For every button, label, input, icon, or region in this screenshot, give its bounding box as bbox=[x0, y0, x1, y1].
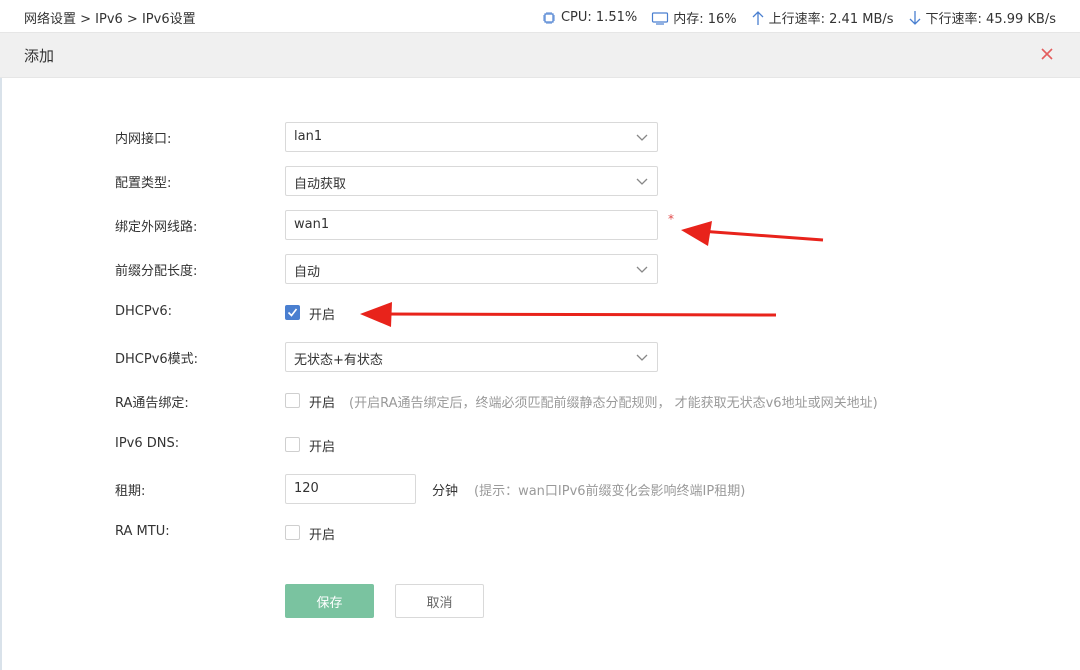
prefix-length-value: 自动 bbox=[294, 265, 321, 280]
row-prefix-length: 前缀分配长度: 自动 bbox=[0, 254, 1080, 284]
memory-icon bbox=[652, 11, 669, 25]
ra-binding-checkbox[interactable] bbox=[285, 393, 300, 408]
system-stats: CPU: 1.51% 内存: 16% 上行速率: 2.41 MB/s 下行速率:… bbox=[541, 8, 1056, 27]
ra-binding-option-label[interactable]: 开启 bbox=[309, 392, 335, 411]
dhcpv6-label: DHCPv6: bbox=[115, 304, 173, 319]
ra-binding-hint: (开启RA通告绑定后，终端必须匹配前缀静态分配规则， 才能获取无状态v6地址或网… bbox=[349, 396, 878, 411]
chevron-down-icon bbox=[636, 134, 648, 141]
cpu-stat: CPU: 1.51% bbox=[541, 10, 637, 26]
close-icon[interactable] bbox=[1038, 45, 1056, 63]
row-wan-line: 绑定外网线路: wan1 * bbox=[0, 210, 1080, 240]
config-type-value: 自动获取 bbox=[294, 177, 347, 192]
row-ipv6-dns: IPv6 DNS: 开启 bbox=[0, 430, 1080, 460]
download-text: 下行速率: 45.99 KB/s bbox=[925, 12, 1056, 27]
chevron-down-icon bbox=[636, 266, 648, 273]
ra-mtu-option-label[interactable]: 开启 bbox=[309, 524, 335, 543]
dhcpv6-mode-value: 无状态+有状态 bbox=[294, 353, 383, 368]
wan-line-value: wan1 bbox=[294, 217, 330, 232]
ipv6-dns-label: IPv6 DNS: bbox=[115, 436, 180, 451]
wan-line-input[interactable]: wan1 bbox=[285, 210, 658, 240]
dhcpv6-option-label[interactable]: 开启 bbox=[309, 304, 335, 323]
dhcpv6-checkbox[interactable] bbox=[285, 305, 300, 320]
chevron-down-icon bbox=[636, 178, 648, 185]
download-stat: 下行速率: 45.99 KB/s bbox=[908, 8, 1056, 27]
upload-stat: 上行速率: 2.41 MB/s bbox=[751, 8, 894, 27]
prefix-length-label: 前缀分配长度: bbox=[115, 264, 198, 279]
dhcpv6-mode-label: DHCPv6模式: bbox=[115, 352, 199, 367]
row-lan-interface: 内网接口: lan1 bbox=[0, 122, 1080, 152]
row-dhcpv6-mode: DHCPv6模式: 无状态+有状态 bbox=[0, 342, 1080, 372]
prefix-length-select[interactable]: 自动 bbox=[285, 254, 658, 284]
memory-text: 内存: 16% bbox=[673, 12, 737, 27]
upload-text: 上行速率: 2.41 MB/s bbox=[768, 12, 894, 27]
ipv6-dns-checkbox[interactable] bbox=[285, 437, 300, 452]
ra-mtu-checkbox[interactable] bbox=[285, 525, 300, 540]
modal-header: 添加 bbox=[0, 33, 1080, 78]
row-lease: 租期: 120 分钟 (提示：wan口IPv6前缀变化会影响终端IP租期) bbox=[0, 474, 1080, 504]
arrow-down-icon bbox=[909, 10, 920, 25]
lan-interface-label: 内网接口: bbox=[115, 132, 172, 147]
ipv6-dns-option-label[interactable]: 开启 bbox=[309, 436, 335, 455]
memory-stat: 内存: 16% bbox=[651, 8, 737, 27]
lease-unit: 分钟 bbox=[432, 484, 459, 499]
config-type-label: 配置类型: bbox=[115, 176, 172, 191]
dhcpv6-mode-select[interactable]: 无状态+有状态 bbox=[285, 342, 658, 372]
lease-input[interactable]: 120 bbox=[285, 474, 416, 504]
top-status-bar: 网络设置 > IPv6 > IPv6设置 CPU: 1.51% 内存: 16% … bbox=[0, 0, 1080, 33]
lan-interface-value: lan1 bbox=[294, 129, 323, 144]
arrow-up-icon bbox=[752, 10, 764, 25]
annotation-arrows bbox=[360, 221, 824, 327]
lan-interface-select[interactable]: lan1 bbox=[285, 122, 658, 152]
save-button[interactable]: 保存 bbox=[285, 584, 374, 618]
row-config-type: 配置类型: 自动获取 bbox=[0, 166, 1080, 196]
breadcrumb[interactable]: 网络设置 > IPv6 > IPv6设置 bbox=[24, 8, 196, 27]
row-ra-binding: RA通告绑定: 开启 (开启RA通告绑定后，终端必须匹配前缀静态分配规则， 才能… bbox=[0, 386, 1080, 416]
lease-label: 租期: bbox=[115, 484, 146, 499]
required-marker: * bbox=[668, 212, 674, 226]
lease-hint: (提示：wan口IPv6前缀变化会影响终端IP租期) bbox=[474, 484, 746, 499]
row-ra-mtu: RA MTU: 开启 bbox=[0, 518, 1080, 548]
chevron-down-icon bbox=[636, 354, 648, 361]
config-type-select[interactable]: 自动获取 bbox=[285, 166, 658, 196]
cancel-button[interactable]: 取消 bbox=[395, 584, 484, 618]
cpu-icon bbox=[542, 11, 555, 24]
ra-mtu-label: RA MTU: bbox=[115, 524, 170, 539]
check-icon bbox=[287, 308, 298, 317]
row-dhcpv6: DHCPv6: 开启 bbox=[0, 298, 1080, 328]
wan-line-label: 绑定外网线路: bbox=[115, 220, 198, 235]
cpu-text: CPU: 1.51% bbox=[560, 10, 638, 25]
modal-title: 添加 bbox=[24, 47, 55, 65]
lease-value: 120 bbox=[294, 481, 319, 496]
ra-binding-label: RA通告绑定: bbox=[115, 396, 189, 411]
